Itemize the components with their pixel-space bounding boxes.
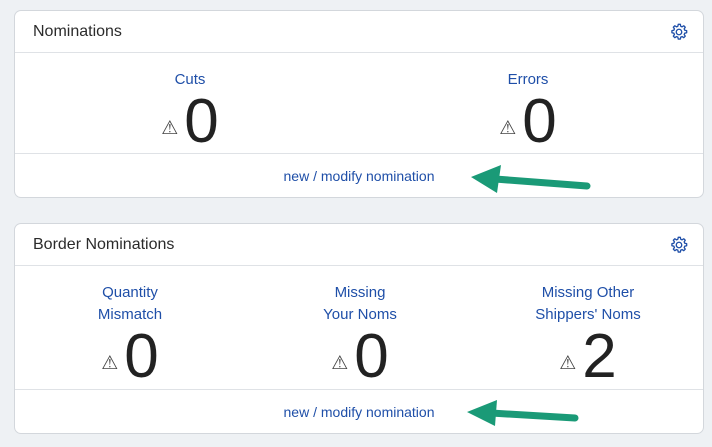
card-footer: new / modify nomination	[15, 153, 703, 197]
metric-label[interactable]: Missing Other Shippers' Noms	[503, 282, 673, 326]
metric-value-row: ⚠ 0	[443, 87, 613, 156]
metric-value: 0	[124, 322, 159, 391]
card-header: Nominations	[15, 11, 703, 53]
metric-label[interactable]: Quantity Mismatch	[45, 282, 215, 326]
metric-value: 0	[184, 87, 219, 156]
card-footer: new / modify nomination	[15, 389, 703, 433]
metric-errors: Errors ⚠ 0	[443, 69, 613, 156]
border-nominations-card: Border Nominations Quantity Mismatch ⚠ 0…	[14, 223, 704, 434]
nominations-card: Nominations Cuts ⚠ 0 Errors ⚠ 0 new / mo…	[14, 10, 704, 198]
warning-icon: ⚠	[499, 118, 517, 139]
new-modify-nomination-link[interactable]: new / modify nomination	[284, 404, 435, 420]
metric-value: 2	[582, 322, 617, 391]
new-modify-nomination-link[interactable]: new / modify nomination	[284, 168, 435, 184]
arrow-annotation	[471, 165, 591, 193]
metric-value: 0	[522, 87, 557, 156]
gear-icon[interactable]	[669, 235, 689, 255]
gear-icon[interactable]	[669, 22, 689, 42]
metric-value: 0	[354, 322, 389, 391]
metric-missing-your-noms: Missing Your Noms ⚠ 0	[275, 282, 445, 391]
metric-missing-other-shippers-noms: Missing Other Shippers' Noms ⚠ 2	[503, 282, 673, 391]
metric-quantity-mismatch: Quantity Mismatch ⚠ 0	[45, 282, 215, 391]
warning-icon: ⚠	[331, 353, 349, 374]
metric-value-row: ⚠ 0	[105, 87, 275, 156]
card-title: Border Nominations	[33, 236, 175, 253]
card-title: Nominations	[33, 23, 122, 40]
metric-value-row: ⚠ 2	[503, 322, 673, 391]
metric-value-row: ⚠ 0	[45, 322, 215, 391]
metric-cuts: Cuts ⚠ 0	[105, 69, 275, 156]
warning-icon: ⚠	[161, 118, 179, 139]
warning-icon: ⚠	[101, 353, 119, 374]
warning-icon: ⚠	[559, 353, 577, 374]
arrow-annotation	[467, 400, 579, 426]
card-header: Border Nominations	[15, 224, 703, 266]
metric-value-row: ⚠ 0	[275, 322, 445, 391]
metric-label[interactable]: Missing Your Noms	[275, 282, 445, 326]
